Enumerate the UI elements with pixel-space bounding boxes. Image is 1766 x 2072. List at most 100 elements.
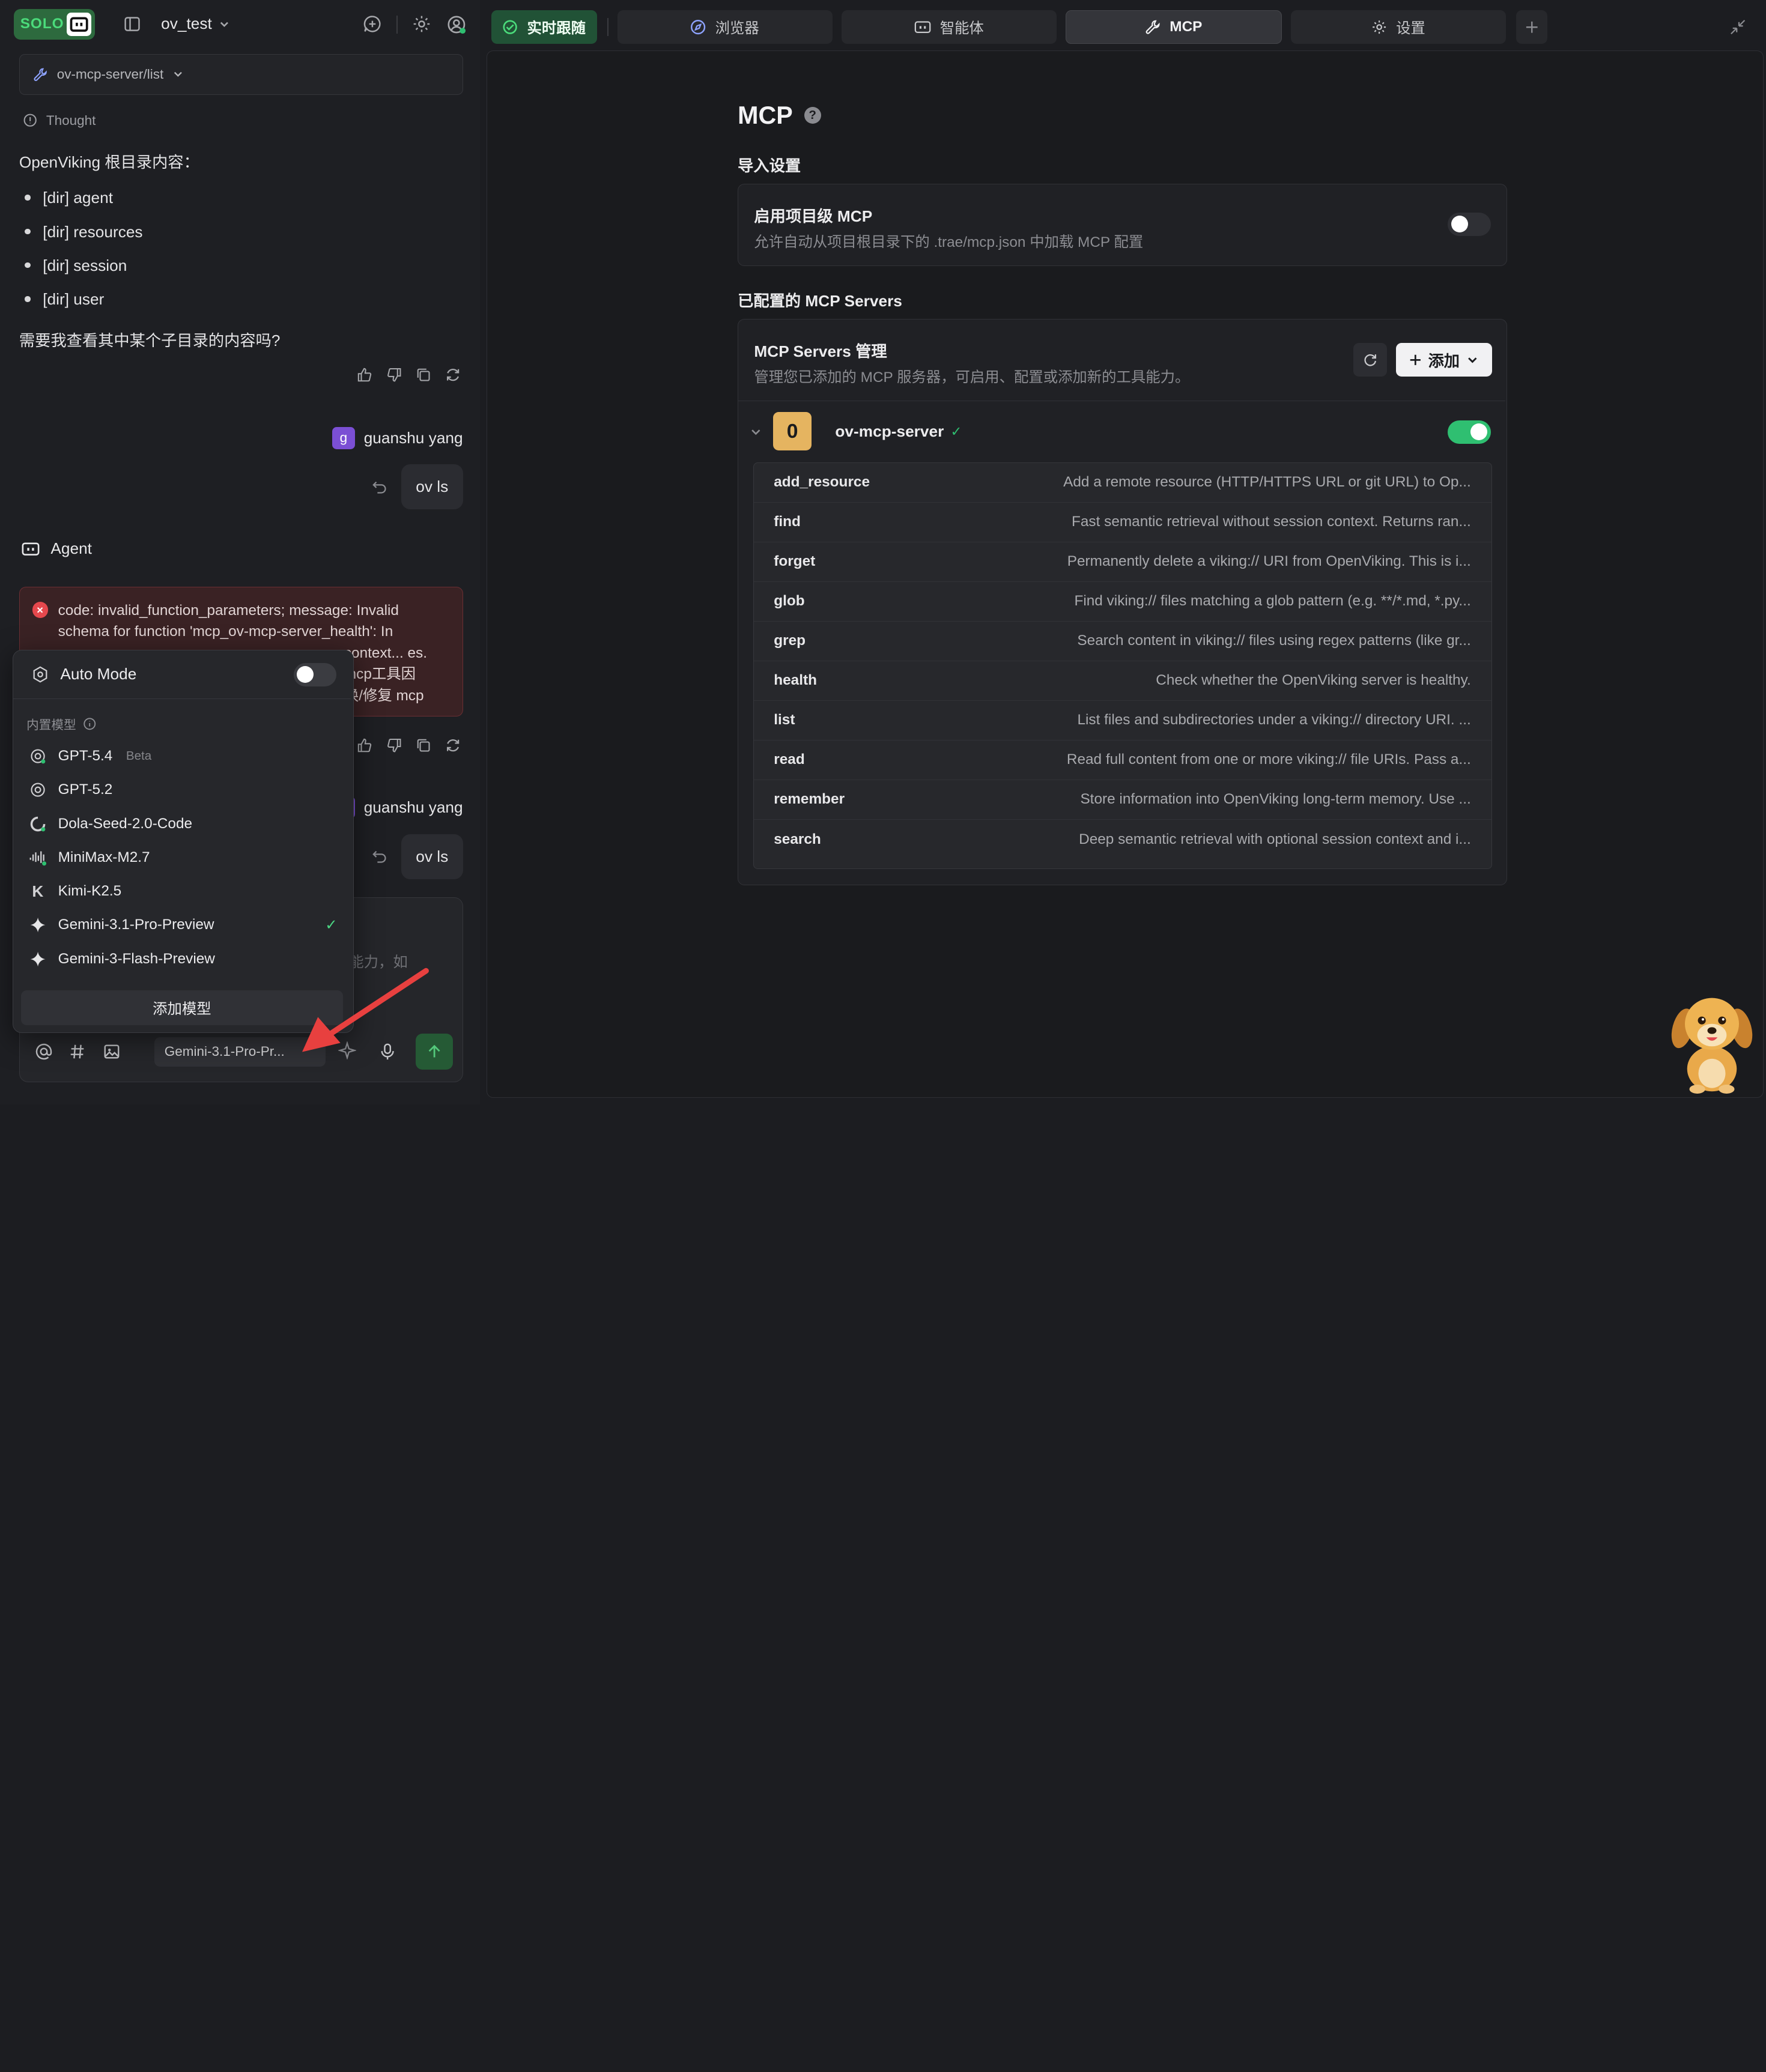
table-row[interactable]: list List files and subdirectories under …: [753, 701, 1491, 741]
tab-mcp[interactable]: MCP: [1065, 10, 1282, 44]
project-name: ov_test: [161, 14, 212, 33]
tool-desc: Store information into OpenViking long-t…: [1080, 791, 1471, 808]
thumbs-down-icon[interactable]: [386, 738, 402, 753]
compass-icon: [691, 19, 706, 35]
brand-logo[interactable]: SOLO: [13, 9, 95, 40]
thought-label: Thought: [46, 112, 96, 128]
breadcrumb-path: ov-mcp-server/list: [56, 66, 164, 82]
tab-label: 实时跟随: [527, 20, 586, 37]
model-option[interactable]: Dola-Seed-2.0-Code: [29, 809, 344, 838]
copy-icon[interactable]: [416, 738, 431, 753]
table-row[interactable]: glob Find viking:// files matching a glob…: [753, 582, 1491, 622]
server-enable-toggle[interactable]: [1448, 420, 1491, 444]
tool-call-breadcrumb[interactable]: ov-mcp-server/list: [19, 54, 463, 95]
tab-live-follow[interactable]: 实时跟随: [491, 10, 597, 44]
image-icon[interactable]: [103, 1043, 121, 1061]
model-option[interactable]: K Kimi-K2.5: [29, 877, 344, 906]
add-label: 添加: [1428, 352, 1460, 371]
table-row[interactable]: search Deep semantic retrieval with optio…: [754, 820, 1491, 859]
section-label: 内置模型: [26, 718, 76, 732]
error-line: code: invalid_function_parameters; messa…: [58, 602, 399, 619]
list-item: [dir] agent: [25, 187, 142, 220]
model-option[interactable]: MiniMax-M2.7: [29, 843, 344, 873]
tab-label: 浏览器: [715, 20, 759, 37]
table-row[interactable]: add_resource Add a remote resource (HTTP/…: [753, 463, 1491, 503]
model-option-selected[interactable]: Gemini-3.1-Pro-Preview ✓: [29, 910, 344, 940]
lightbulb-icon: [23, 114, 37, 127]
table-row[interactable]: remember Store information into OpenVikin…: [753, 780, 1491, 820]
model-option[interactable]: GPT-5.2: [29, 775, 344, 805]
hash-icon[interactable]: [68, 1043, 86, 1061]
check-icon: ✓: [325, 917, 338, 934]
chevron-down-icon[interactable]: [750, 426, 762, 438]
undo-icon[interactable]: [372, 848, 387, 864]
info-icon: [83, 717, 96, 730]
chat-panel: SOLO ov_test ov-mcp-server/list Thought …: [0, 0, 480, 1105]
tab-label: MCP: [1170, 19, 1203, 35]
table-row[interactable]: grep Search content in viking:// files us…: [753, 622, 1491, 661]
auto-mode-row[interactable]: Auto Mode: [13, 650, 351, 699]
user-message: ov ls: [401, 464, 463, 509]
table-row[interactable]: find Fast semantic retrieval without sess…: [753, 503, 1491, 542]
table-row[interactable]: read Read full content from one or more v…: [753, 741, 1491, 780]
tab-settings[interactable]: 设置: [1290, 10, 1506, 44]
dog-mascot-icon[interactable]: [1667, 986, 1757, 1094]
tab-label: 设置: [1396, 20, 1425, 37]
servers-title: MCP Servers 管理: [754, 342, 887, 360]
collapse-icon[interactable]: [1730, 19, 1746, 35]
thumbs-up-icon[interactable]: [357, 738, 372, 753]
user-name: guanshu yang: [363, 798, 463, 816]
thumbs-up-icon[interactable]: [357, 367, 372, 383]
account-icon[interactable]: [446, 14, 467, 35]
openai-icon: [29, 747, 47, 765]
tool-desc: List files and subdirectories under a vi…: [1077, 712, 1471, 729]
page-title: MCP ?: [738, 101, 821, 130]
table-row[interactable]: forget Permanently delete a viking:// URI…: [753, 542, 1491, 582]
auto-mode-toggle[interactable]: [293, 662, 336, 686]
agent-header: Agent: [22, 539, 92, 558]
wrench-icon: [34, 68, 47, 81]
import-settings-heading: 导入设置: [738, 157, 801, 175]
list-item: [dir] user: [25, 288, 142, 322]
thumbs-down-icon[interactable]: [386, 367, 402, 383]
tab-agents[interactable]: 智能体: [841, 10, 1057, 44]
page-title-text: MCP: [738, 101, 793, 129]
regenerate-icon[interactable]: [445, 738, 461, 753]
robot-icon: [66, 12, 91, 36]
tab-browser[interactable]: 浏览器: [617, 10, 833, 44]
model-option[interactable]: GPT-5.4 Beta: [29, 742, 344, 771]
servers-desc: 管理您已添加的 MCP 服务器，可启用、配置或添加新的工具能力。: [754, 369, 1190, 386]
server-row[interactable]: 0 ov-mcp-server ✓: [738, 400, 1505, 463]
tab-bar: 实时跟随 浏览器 智能体 MCP 设置: [484, 0, 1766, 52]
auto-mode-label: Auto Mode: [60, 665, 137, 683]
live-icon: [503, 20, 518, 34]
model-name: Dola-Seed-2.0-Code: [58, 815, 193, 832]
tool-name: glob: [774, 593, 805, 610]
robot-icon: [22, 542, 40, 556]
settings-icon[interactable]: [412, 14, 431, 34]
tool-desc: Search content in viking:// files using …: [1077, 632, 1471, 649]
tool-name: search: [774, 831, 821, 847]
add-server-button[interactable]: 添加: [1396, 343, 1492, 377]
server-name-wrap: ov-mcp-server ✓: [835, 422, 962, 441]
table-row[interactable]: health Check whether the OpenViking serve…: [753, 661, 1491, 701]
chevron-down-icon: [220, 22, 228, 27]
refresh-button[interactable]: [1353, 343, 1388, 377]
add-tab-button[interactable]: [1516, 10, 1548, 44]
regenerate-icon[interactable]: [445, 367, 461, 383]
help-icon[interactable]: ?: [804, 107, 821, 124]
mention-icon[interactable]: [35, 1043, 53, 1061]
connected-check-icon: ✓: [950, 423, 962, 439]
top-bar: SOLO ov_test: [0, 0, 480, 50]
new-chat-icon[interactable]: [363, 14, 382, 34]
model-name: MiniMax-M2.7: [58, 849, 150, 865]
copy-icon[interactable]: [416, 367, 431, 383]
undo-icon[interactable]: [372, 479, 387, 494]
thought-toggle[interactable]: Thought: [23, 113, 96, 129]
project-mcp-toggle[interactable]: [1448, 212, 1491, 236]
annotation-arrow: [302, 968, 429, 1052]
project-switcher[interactable]: ov_test: [161, 14, 230, 33]
sidebar-toggle-icon[interactable]: [124, 16, 141, 32]
tool-name: grep: [774, 632, 806, 649]
tab-label: 智能体: [939, 20, 984, 37]
